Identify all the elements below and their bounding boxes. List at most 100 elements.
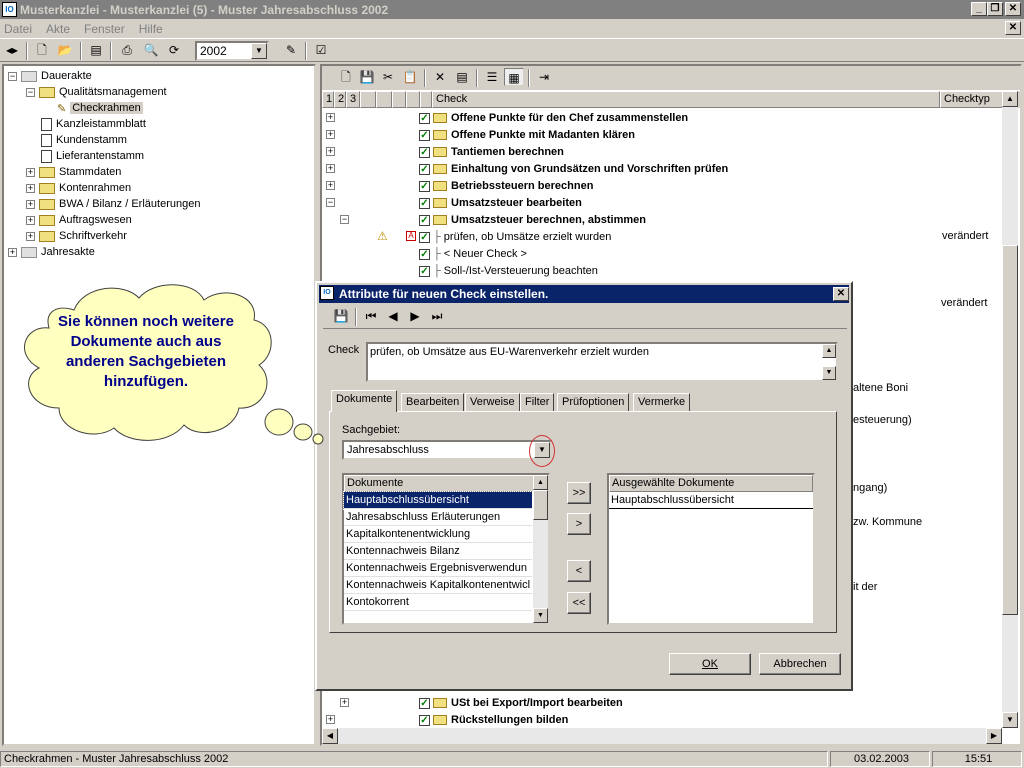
tree-item[interactable]: + Schriftverkehr (26, 228, 127, 244)
scroll-right-icon[interactable]: ▶ (986, 728, 1002, 744)
expander-icon[interactable]: + (26, 215, 35, 225)
tab-verweise[interactable]: Verweise (465, 393, 520, 411)
check-row[interactable]: + ✓ Betriebssteuern berechnen (322, 177, 1002, 194)
close-icon[interactable]: ✕ (1005, 2, 1021, 16)
col-checktyp[interactable]: Checktyp (940, 91, 1004, 108)
properties-icon[interactable]: ▤ (452, 68, 472, 86)
checkbox-icon[interactable]: ✓ (419, 714, 430, 726)
expander-icon[interactable]: + (326, 130, 335, 139)
first-record-icon[interactable]: ⏮ (361, 307, 381, 325)
check-textarea[interactable]: prüfen, ob Umsätze aus EU-Warenverkehr e… (366, 342, 838, 382)
ok-button[interactable]: OK (669, 653, 751, 675)
document-item[interactable]: Kapitalkontenentwicklung (344, 526, 532, 543)
scroll-down-icon[interactable]: ▼ (1002, 712, 1018, 728)
prev-record-icon[interactable]: ◀ (383, 307, 403, 325)
selected-item[interactable]: Hauptabschlussübersicht (609, 492, 813, 509)
check-row[interactable]: + ✓ Rückstellungen bilden (322, 711, 1002, 728)
checkbox-icon[interactable]: ✓ (419, 248, 430, 260)
tree-item[interactable]: + Auftragswesen (26, 212, 132, 228)
cut-icon[interactable]: ✂ (378, 68, 398, 86)
new-file-icon[interactable]: 🗋 (32, 41, 52, 59)
expander-icon[interactable]: + (26, 199, 35, 209)
expander-icon[interactable]: + (326, 715, 335, 724)
check-row[interactable]: + ✓ Einhaltung von Grundsätzen und Vorschr… (322, 160, 1002, 177)
check-row[interactable]: + ✓ Offene Punkte mit Madanten klären (322, 126, 1002, 143)
new-check-icon[interactable]: 🗋 (336, 68, 356, 86)
add-button[interactable]: > (567, 513, 591, 535)
expander-icon[interactable]: + (26, 231, 35, 241)
remove-button[interactable]: < (567, 560, 591, 582)
refresh-icon[interactable]: ⟳ (164, 41, 184, 59)
check-row[interactable]: − ✓ Umsatzsteuer berechnen, abstimmen (322, 211, 1002, 228)
check-row[interactable]: ⚠ A ✓ ├ prüfen, ob Umsätze erzielt wurden ver… (322, 228, 1002, 245)
tools-icon[interactable]: ✎ (281, 41, 301, 59)
menu-fenster[interactable]: Fenster (84, 22, 125, 36)
checkbox-icon[interactable]: ✓ (419, 146, 430, 158)
selected-documents-list[interactable]: Ausgewählte Dokumente Hauptabschlussüber… (607, 473, 815, 625)
tab-bearbeiten[interactable]: Bearbeiten (401, 393, 465, 411)
last-record-icon[interactable]: ⏭ (427, 307, 447, 325)
checkbox-icon[interactable]: ✓ (419, 214, 430, 226)
tree-item[interactable]: + Kontenrahmen (26, 180, 131, 196)
open-folder-icon[interactable]: 📂 (55, 41, 75, 59)
expander-icon[interactable]: + (326, 147, 335, 156)
document-item[interactable]: Kontennachweis Kapitalkontenentwicl (344, 577, 532, 594)
tree-item[interactable]: + Jahresakte (8, 244, 95, 260)
split-icon[interactable]: ◂▸ (2, 41, 22, 59)
scroll-up-icon[interactable]: ▲ (1002, 91, 1018, 107)
expander-icon[interactable]: + (8, 247, 17, 257)
properties-icon[interactable]: ▤ (86, 41, 106, 59)
document-item[interactable]: Kontennachweis Bilanz (344, 543, 532, 560)
tab-vermerke[interactable]: Vermerke (633, 393, 691, 411)
tab-dokumente[interactable]: Dokumente (331, 390, 398, 412)
tree-item[interactable]: + Stammdaten (26, 164, 121, 180)
expander-icon[interactable]: + (26, 183, 35, 193)
tab-pruefoptionen[interactable]: Prüfoptionen (557, 393, 630, 411)
col-level-3[interactable]: 3 (346, 91, 360, 108)
cancel-button[interactable]: Abbrechen (759, 653, 841, 675)
expander-icon[interactable]: − (340, 215, 349, 224)
exit-icon[interactable]: ⇥ (534, 68, 554, 86)
scroll-thumb[interactable] (533, 490, 548, 520)
menu-hilfe[interactable]: Hilfe (139, 22, 163, 36)
app-icon[interactable]: IO (2, 2, 17, 17)
add-all-button[interactable]: >> (567, 482, 591, 504)
expander-icon[interactable]: + (340, 698, 349, 707)
checkbox-icon[interactable]: ✓ (419, 231, 430, 243)
restore-icon[interactable]: ❐ (987, 2, 1003, 16)
expander-icon[interactable]: + (326, 181, 335, 190)
minimize-icon[interactable]: _ (971, 2, 987, 16)
check-row[interactable]: + ✓ USt bei Export/Import bearbeiten (322, 694, 1002, 711)
col-level-2[interactable]: 2 (334, 91, 346, 108)
expander-icon[interactable]: − (326, 198, 335, 207)
checkbox-icon[interactable]: ✓ (419, 197, 430, 209)
menu-datei[interactable]: Datei (4, 22, 32, 36)
tree-item[interactable]: + BWA / Bilanz / Erläuterungen (26, 196, 200, 212)
save-icon[interactable]: 💾 (357, 68, 377, 86)
check-row[interactable]: + ✓ Offene Punkte für den Chef zusammenste… (322, 109, 1002, 126)
check-row[interactable]: + ✓ Tantiemen berechnen (322, 143, 1002, 160)
year-select[interactable]: 2002 ▼ (195, 41, 269, 61)
scroll-down-icon[interactable]: ▼ (822, 366, 836, 380)
scroll-thumb[interactable] (1002, 245, 1018, 615)
check-row[interactable]: ✓ ├ Soll-/Ist-Versteuerung beachten (322, 262, 1002, 279)
col-level-1[interactable]: 1 (322, 91, 334, 108)
next-record-icon[interactable]: ▶ (405, 307, 425, 325)
tree-item[interactable]: − Dauerakte (8, 68, 92, 84)
checklist-icon[interactable]: ☑ (311, 41, 331, 59)
tree-item[interactable]: Kundenstamm (26, 132, 127, 148)
print-icon[interactable]: ⎙ (117, 41, 137, 59)
delete-icon[interactable]: ✕ (430, 68, 450, 86)
expander-icon[interactable]: − (26, 87, 35, 97)
remove-all-button[interactable]: << (567, 592, 591, 614)
check-row[interactable]: ✓ ├ < Neuer Check > (322, 245, 1002, 262)
print-preview-icon[interactable]: 🔍 (141, 41, 161, 59)
view-detail-icon[interactable]: ▦ (504, 68, 524, 86)
document-item[interactable]: Hauptabschlussübersicht (343, 491, 533, 510)
scroll-up-icon[interactable]: ▲ (533, 475, 548, 490)
save-icon[interactable]: 💾 (331, 307, 351, 325)
document-item[interactable]: Jahresabschluss Erläuterungen (344, 509, 532, 526)
sachgebiet-select[interactable]: Jahresabschluss ▼ (342, 440, 552, 460)
checkbox-icon[interactable]: ✓ (419, 180, 430, 192)
expander-icon[interactable]: + (326, 164, 335, 173)
